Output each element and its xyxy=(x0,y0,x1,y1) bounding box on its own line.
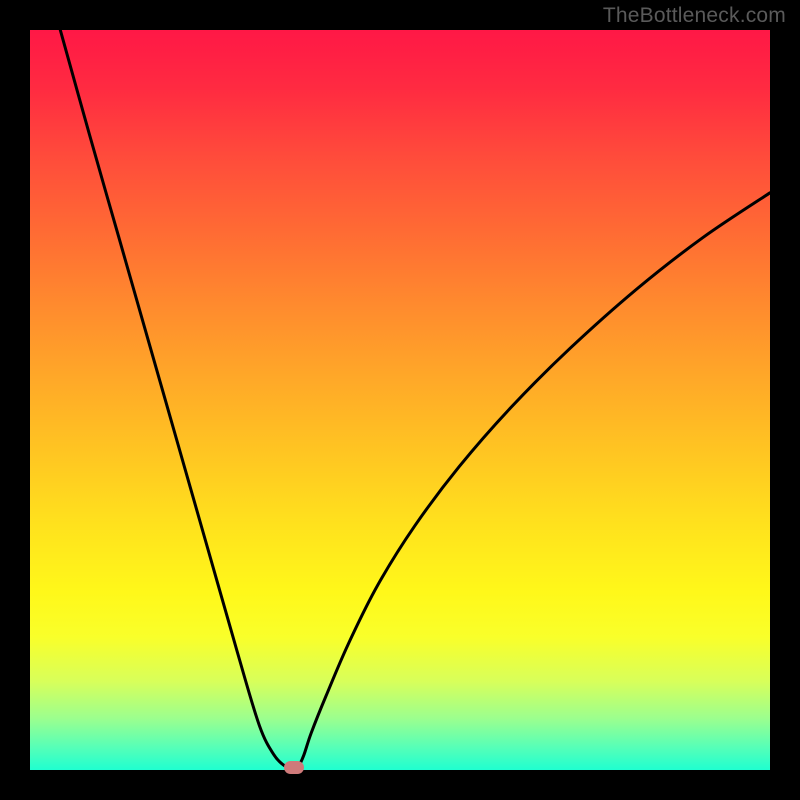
watermark-text: TheBottleneck.com xyxy=(603,4,786,28)
optimal-point-marker xyxy=(284,761,304,774)
bottleneck-curve-line xyxy=(60,30,770,770)
chart-curve-svg xyxy=(30,30,770,770)
chart-plot-area xyxy=(30,30,770,770)
